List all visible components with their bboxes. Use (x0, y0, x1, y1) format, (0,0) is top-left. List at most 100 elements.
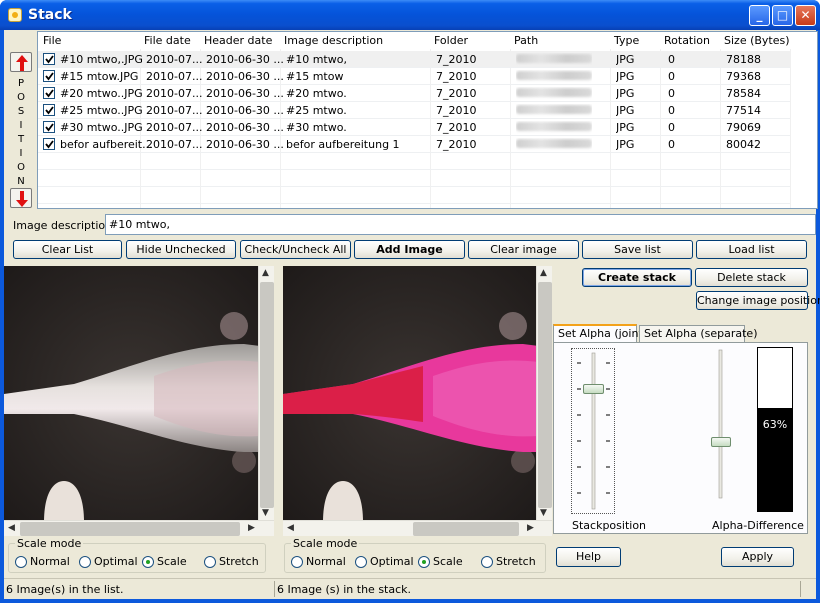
minimize-button[interactable]: _ (749, 5, 770, 26)
radio-optimal[interactable]: Optimal (79, 555, 138, 568)
maximize-button[interactable]: □ (772, 5, 793, 26)
row-checkbox[interactable] (43, 70, 55, 82)
cell-size: 77514 (726, 104, 761, 117)
checkmark-icon (45, 89, 54, 98)
close-button[interactable]: ✕ (795, 5, 816, 26)
cell-folder: 7_2010 (436, 121, 477, 134)
hide-unchecked-button[interactable]: Hide Unchecked (126, 240, 236, 259)
load-list-button[interactable]: Load list (696, 240, 807, 259)
list-row[interactable]: #20 mtwo..JPG 2010-07... 2010-06-30 ... … (38, 85, 790, 102)
cell-folder: 7_2010 (436, 70, 477, 83)
row-checkbox[interactable] (43, 138, 55, 150)
radio-circle (481, 556, 493, 568)
image-list[interactable]: File File date Header date Image descrip… (37, 31, 818, 209)
position-bar: P O S I T I O N (7, 33, 34, 209)
stack-position-slider[interactable] (571, 348, 615, 514)
stack-position-track (577, 352, 610, 510)
cell-path-redacted (516, 121, 592, 134)
radio-optimal[interactable]: Optimal (355, 555, 414, 568)
stack-horizontal-scrollbar[interactable]: ◀ ▶ (283, 520, 552, 536)
column-header-image-description[interactable]: Image description (284, 34, 383, 47)
scroll-thumb[interactable] (413, 522, 519, 536)
column-header-folder[interactable]: Folder (434, 34, 468, 47)
stack-position-label: Stackposition (572, 519, 647, 532)
check-uncheck-all-button[interactable]: Check/Uncheck All (240, 240, 351, 259)
stack-position-thumb[interactable] (583, 384, 604, 394)
scroll-right-icon[interactable]: ▶ (248, 523, 255, 533)
list-row[interactable]: #10 mtwo,.JPG 2010-07... 2010-06-30 ... … (38, 51, 790, 68)
scale-mode-group-stack: Scale mode Normal Optimal Scale Stretch (284, 537, 546, 573)
apply-button[interactable]: Apply (721, 547, 794, 567)
alpha-percent: 63% (762, 418, 788, 431)
scroll-thumb[interactable] (260, 282, 274, 508)
client-area: P O S I T I O N File File date Header da… (4, 30, 820, 599)
alpha-difference-thumb[interactable] (711, 437, 731, 447)
row-checkbox[interactable] (43, 87, 55, 99)
change-image-position-button[interactable]: Change image position (696, 291, 820, 310)
scroll-thumb[interactable] (538, 282, 552, 508)
row-checkbox[interactable] (43, 104, 55, 116)
position-letter: I (19, 120, 23, 131)
cell-rotation: 0 (668, 104, 675, 117)
scroll-up-icon[interactable]: ▲ (262, 268, 269, 278)
move-down-button[interactable] (10, 188, 32, 208)
move-up-button[interactable] (10, 52, 32, 72)
stack-vertical-scrollbar[interactable]: ▲ ▼ (536, 266, 552, 522)
radio-stretch[interactable]: Stretch (204, 555, 259, 568)
cell-size: 79069 (726, 121, 761, 134)
alpha-difference-slider[interactable] (710, 348, 732, 500)
cell-type: JPG (616, 70, 635, 83)
list-row[interactable]: #30 mtwo..JPG 2010-07... 2010-06-30 ... … (38, 119, 790, 136)
source-image-view[interactable] (4, 266, 260, 522)
radio-normal[interactable]: Normal (15, 555, 70, 568)
row-checkbox[interactable] (43, 121, 55, 133)
tab-set-alpha-separate[interactable]: Set Alpha (separate) (639, 325, 757, 342)
scroll-right-icon[interactable]: ▶ (527, 523, 534, 533)
source-horizontal-scrollbar[interactable]: ◀ ▶ (4, 520, 274, 536)
add-image-button[interactable]: Add Image (354, 240, 465, 259)
radio-stretch[interactable]: Stretch (481, 555, 536, 568)
clear-list-button[interactable]: Clear List (13, 240, 122, 259)
cell-header-date: 2010-06-30 ... (206, 53, 284, 66)
create-stack-button[interactable]: Create stack (582, 268, 692, 287)
cell-folder: 7_2010 (436, 87, 477, 100)
radio-scale[interactable]: Scale (142, 555, 187, 568)
checkmark-icon (45, 106, 54, 115)
cell-file: #15 mtow.JPG (60, 70, 139, 83)
cell-path-redacted (516, 104, 592, 117)
alpha-difference-label: Alpha-Difference (712, 519, 804, 532)
clear-image-button[interactable]: Clear image (468, 240, 579, 259)
radio-label: Optimal (94, 555, 138, 568)
scroll-left-icon[interactable]: ◀ (287, 523, 294, 533)
cell-header-date: 2010-06-30 ... (206, 70, 284, 83)
delete-stack-button[interactable]: Delete stack (695, 268, 808, 287)
help-button[interactable]: Help (556, 547, 621, 567)
tab-set-alpha-joint[interactable]: Set Alpha (joint) (553, 324, 647, 342)
cell-header-date: 2010-06-30 ... (206, 87, 284, 100)
cell-size: 78584 (726, 87, 761, 100)
list-row[interactable]: befor aufbereit... 2010-07... 2010-06-30… (38, 136, 790, 153)
list-row[interactable]: #25 mtwo..JPG 2010-07... 2010-06-30 ... … (38, 102, 790, 119)
radio-normal[interactable]: Normal (291, 555, 346, 568)
image-description-input[interactable]: #10 mtwo, (105, 214, 816, 235)
column-header-file[interactable]: File (43, 34, 61, 47)
row-checkbox[interactable] (43, 53, 55, 65)
scroll-down-icon[interactable]: ▼ (262, 508, 269, 518)
column-header-path[interactable]: Path (514, 34, 538, 47)
column-header-size[interactable]: Size (Bytes) (724, 34, 790, 47)
scroll-down-icon[interactable]: ▼ (540, 508, 547, 518)
list-row[interactable]: #15 mtow.JPG 2010-07... 2010-06-30 ... #… (38, 68, 790, 85)
stack-image-view[interactable] (283, 266, 539, 522)
save-list-button[interactable]: Save list (582, 240, 693, 259)
column-header-file-date[interactable]: File date (144, 34, 191, 47)
cell-type: JPG (616, 87, 635, 100)
title-bar[interactable]: Stack _ □ ✕ (0, 0, 820, 30)
scroll-left-icon[interactable]: ◀ (8, 523, 15, 533)
column-header-rotation[interactable]: Rotation (664, 34, 710, 47)
scroll-up-icon[interactable]: ▲ (540, 268, 547, 278)
scroll-thumb[interactable] (20, 522, 240, 536)
column-header-type[interactable]: Type (614, 34, 639, 47)
column-header-header-date[interactable]: Header date (204, 34, 272, 47)
source-vertical-scrollbar[interactable]: ▲ ▼ (258, 266, 274, 522)
radio-scale[interactable]: Scale (418, 555, 463, 568)
